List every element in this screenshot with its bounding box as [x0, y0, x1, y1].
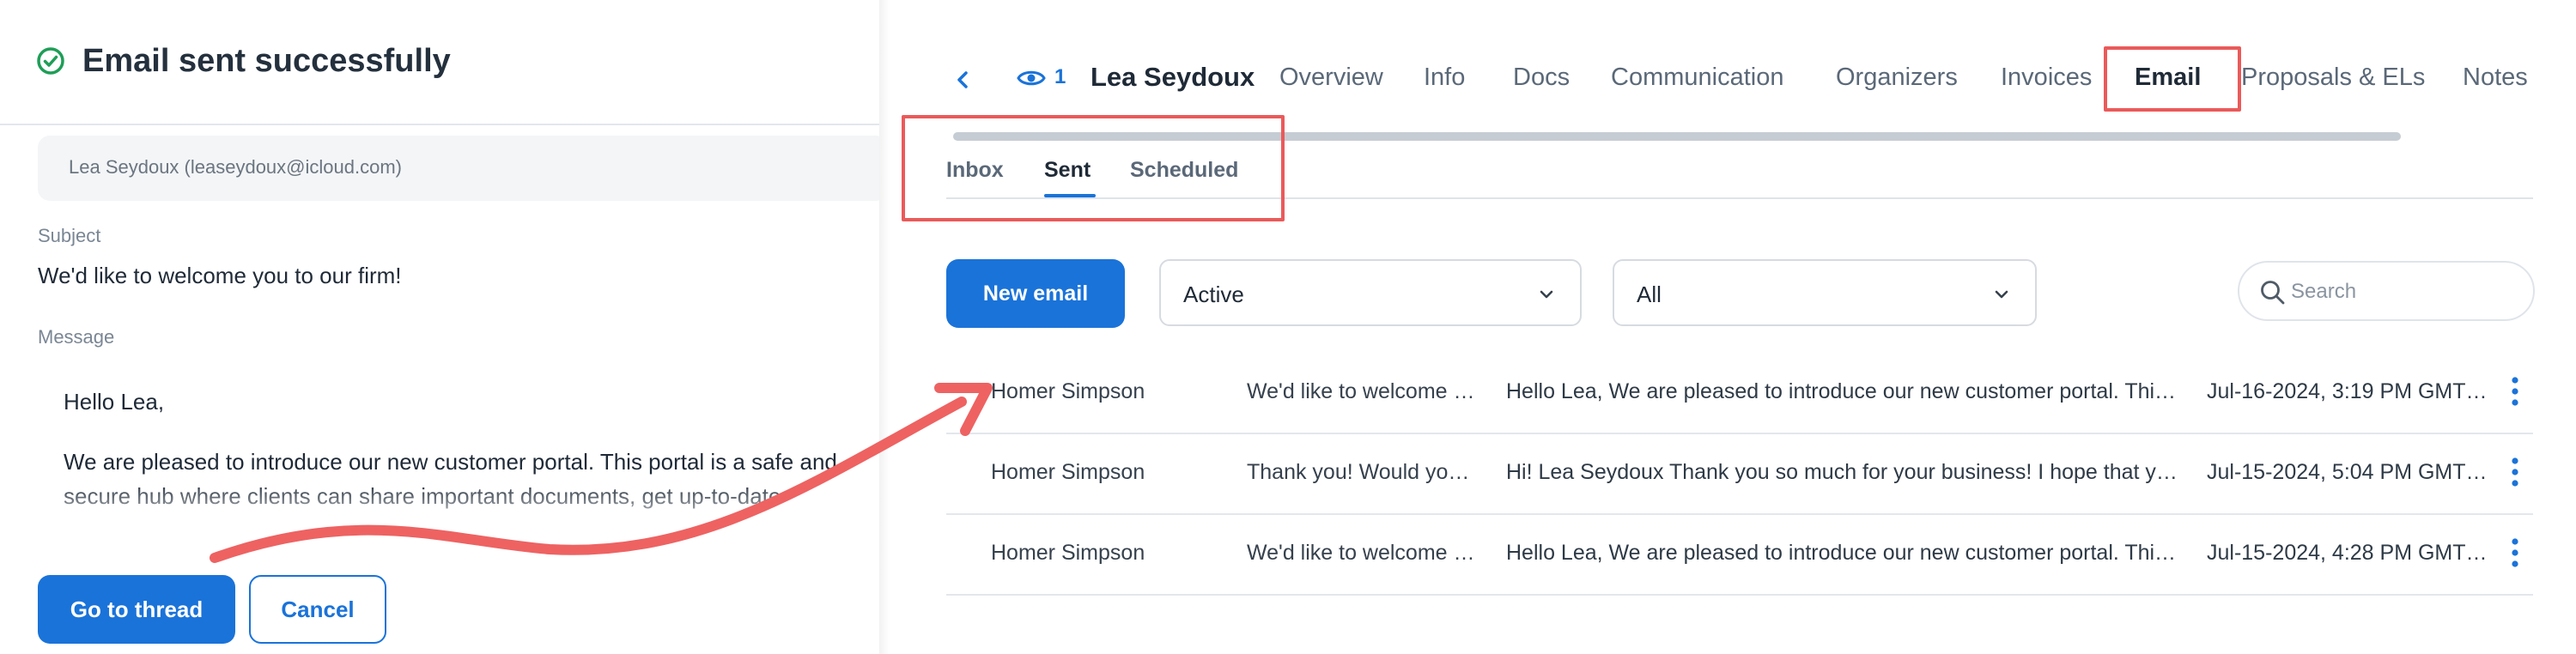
- search-icon: [2261, 281, 2285, 305]
- cancel-button[interactable]: Cancel: [249, 575, 386, 644]
- email-preview: Hello Lea, We are pleased to introduce o…: [1506, 541, 2181, 565]
- check-circle-icon: [37, 47, 64, 75]
- email-sent-panel: Email sent successfully Lea Seydoux (lea…: [0, 0, 879, 654]
- tab-proposals[interactable]: Proposals & ELs: [2241, 64, 2425, 92]
- email-preview: Hello Lea, We are pleased to introduce o…: [1506, 379, 2181, 403]
- email-from: Homer Simpson: [991, 460, 1145, 484]
- page-title: Email sent successfully: [82, 43, 451, 79]
- search-box[interactable]: [2238, 261, 2535, 321]
- filter-select-value: All: [1637, 282, 1662, 307]
- panel-header: Email sent successfully: [0, 0, 879, 125]
- email-preview: Hi! Lea Seydoux Thank you so much for yo…: [1506, 460, 2181, 484]
- recipient-field: Lea Seydoux (leaseydoux@icloud.com): [38, 136, 879, 201]
- email-from: Homer Simpson: [991, 541, 1145, 565]
- status-select-value: Active: [1183, 282, 1244, 307]
- search-input[interactable]: [2291, 275, 2523, 309]
- status-select[interactable]: Active: [1159, 259, 1582, 326]
- email-date: Jul-16-2024, 3:19 PM GMT+4: [2207, 379, 2490, 403]
- client-name: Lea Seydoux: [1091, 62, 1255, 92]
- client-email-view: 1 Lea Seydoux Overview Info Docs Communi…: [884, 0, 2576, 654]
- subtabs-highlight: [902, 115, 1285, 221]
- recipient-value: Lea Seydoux (leaseydoux@icloud.com): [69, 156, 402, 178]
- kebab-menu-icon[interactable]: [2509, 455, 2521, 489]
- message-greeting: Hello Lea,: [64, 389, 165, 415]
- eye-icon: [1017, 70, 1046, 86]
- email-subject: We'd like to welcome you to our firm!: [1247, 379, 1480, 403]
- tab-notes[interactable]: Notes: [2463, 64, 2528, 92]
- tab-communication[interactable]: Communication: [1611, 64, 1783, 92]
- email-date: Jul-15-2024, 5:04 PM GMT+4: [2207, 460, 2490, 484]
- tab-info[interactable]: Info: [1424, 64, 1465, 92]
- email-date: Jul-15-2024, 4:28 PM GMT+4: [2207, 541, 2490, 565]
- kebab-menu-icon[interactable]: [2509, 374, 2521, 409]
- chevron-down-icon: [1540, 290, 1553, 299]
- sent-email-list: Homer Simpson We'd like to welcome you t…: [946, 354, 2533, 596]
- viewer-count: 1: [1054, 65, 1066, 88]
- subject-value: We'd like to welcome you to our firm!: [38, 263, 402, 288]
- chevron-down-icon: [1995, 290, 2008, 299]
- email-tab-highlight: [2104, 46, 2241, 112]
- message-label: Message: [38, 326, 115, 348]
- table-row[interactable]: Homer Simpson We'd like to welcome you t…: [946, 354, 2533, 434]
- tab-docs[interactable]: Docs: [1513, 64, 1570, 92]
- chevron-left-icon[interactable]: [951, 65, 974, 94]
- tab-overview[interactable]: Overview: [1279, 64, 1383, 92]
- tab-invoices[interactable]: Invoices: [2001, 64, 2092, 92]
- kebab-menu-icon[interactable]: [2509, 536, 2521, 570]
- message-fade: [0, 481, 879, 558]
- go-to-thread-button[interactable]: Go to thread: [38, 575, 235, 644]
- new-email-button[interactable]: New email: [946, 259, 1125, 328]
- table-row[interactable]: Homer Simpson Thank you! Would you like …: [946, 434, 2533, 515]
- email-subject: Thank you! Would you like to leave a rev…: [1247, 460, 1480, 484]
- email-subject: We'd like to welcome you to our firm!: [1247, 541, 1480, 565]
- table-row[interactable]: Homer Simpson We'd like to welcome you t…: [946, 515, 2533, 596]
- tab-organizers[interactable]: Organizers: [1836, 64, 1958, 92]
- email-from: Homer Simpson: [991, 379, 1145, 403]
- subject-label: Subject: [38, 225, 101, 246]
- filter-select[interactable]: All: [1613, 259, 2037, 326]
